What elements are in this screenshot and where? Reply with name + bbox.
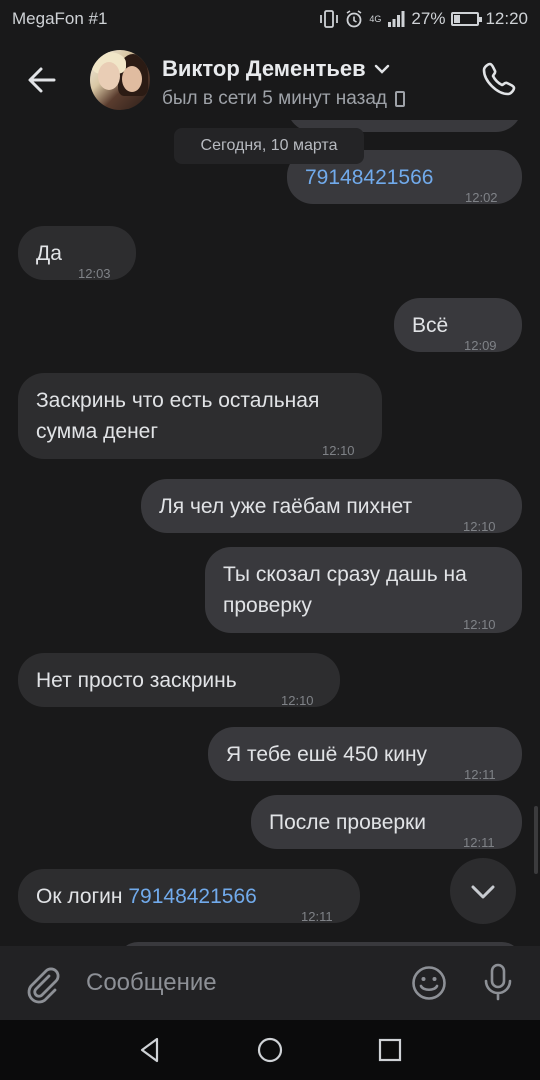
message-text: Ля чел уже гаёбам пихнет xyxy=(159,491,412,522)
outgoing-message[interactable]: Всё 12:09 xyxy=(394,298,522,353)
message-timestamp: 12:11 xyxy=(463,835,495,850)
message-text: Всё xyxy=(412,310,448,341)
scroll-down-button[interactable] xyxy=(450,858,516,924)
message-line: Заскринь что есть остальная xyxy=(36,389,320,412)
outgoing-message[interactable]: Я тебе ешё 450 кину 12:11 xyxy=(208,727,522,782)
message-text: 79148421566 xyxy=(305,162,433,193)
incoming-message[interactable]: Нет просто заскринь 12:10 xyxy=(18,653,340,708)
message-link[interactable]: 79148421566 xyxy=(128,885,256,908)
network-type: 4G xyxy=(369,13,382,24)
scrollbar[interactable] xyxy=(534,806,538,874)
message-timestamp: 12:03 xyxy=(78,266,111,281)
nav-recents-icon[interactable] xyxy=(376,1036,404,1064)
message-text: Я тебе ешё 450 кину xyxy=(226,739,427,770)
message-text: Ок логин 79148421566 xyxy=(36,881,257,912)
last-seen-text: был в сети 5 минут назад xyxy=(162,88,388,109)
message-text: После проверки xyxy=(269,807,426,838)
battery-icon xyxy=(451,12,483,26)
message-line: Ты скозал сразу дашь на xyxy=(223,563,467,586)
outgoing-message[interactable]: Ля чел уже гаёбам пихнет 12:10 xyxy=(141,479,522,534)
avatar[interactable] xyxy=(90,50,150,110)
incoming-message[interactable]: Ок логин 79148421566 12:11 xyxy=(18,869,360,924)
message-link[interactable]: 79148421566 xyxy=(305,166,433,189)
message-line: После проверки xyxy=(269,811,426,834)
smiley-icon[interactable] xyxy=(410,964,448,1002)
message-timestamp: 12:02 xyxy=(465,190,498,205)
status-icons: 4G 27% 12:20 xyxy=(319,9,528,29)
contact-name-text: Виктор Дементьев xyxy=(162,56,366,81)
nav-back-icon[interactable] xyxy=(136,1036,164,1064)
message-timestamp: 12:11 xyxy=(464,767,496,782)
chevron-down-icon xyxy=(374,64,389,74)
message-text: Да xyxy=(36,238,62,269)
microphone-icon[interactable] xyxy=(480,962,516,1002)
carrier-name: MegaFon #1 xyxy=(12,9,108,28)
vibrate-icon xyxy=(320,10,339,28)
signal-icon xyxy=(388,11,405,27)
message-line: Ля чел уже гаёбам пихнет xyxy=(159,495,413,518)
message-timestamp: 12:11 xyxy=(301,909,333,924)
message-line: Я тебе ешё 450 кину xyxy=(226,743,428,766)
outgoing-message[interactable]: Ты скозал сразу дашь на проверку 12:10 xyxy=(205,547,522,633)
system-navigation-bar xyxy=(0,1020,540,1080)
outgoing-message[interactable]: После проверки 12:11 xyxy=(251,795,522,850)
message-text: Ты скозал сразу дашь на проверку xyxy=(223,559,467,621)
incoming-message[interactable]: Да 12:03 xyxy=(18,226,136,281)
message-composer xyxy=(0,946,540,1020)
chat-header: Виктор Дементьев был в сети 5 минут наза… xyxy=(0,36,540,120)
message-text: Заскринь что есть остальная сумма денег xyxy=(36,385,319,447)
clock: 12:20 xyxy=(485,9,528,28)
message-prefix: Ок логин xyxy=(36,885,129,908)
message-timestamp: 12:10 xyxy=(281,693,314,708)
status-bar: MegaFon #1 4G 27% 12:20 xyxy=(0,0,540,36)
message-timestamp: 12:09 xyxy=(464,338,497,353)
date-divider: Сегодня, 10 марта xyxy=(174,128,364,164)
message-line: Нет просто заскринь xyxy=(36,669,237,692)
message-timestamp: 12:10 xyxy=(322,443,355,458)
message-timestamp: 12:10 xyxy=(463,519,496,534)
message-line: Да xyxy=(36,242,62,265)
incoming-message[interactable]: Заскринь что есть остальная сумма денег 12… xyxy=(18,373,382,459)
battery-percent: 27% xyxy=(411,9,446,28)
message-timestamp: 12:10 xyxy=(463,617,496,632)
phone-icon[interactable] xyxy=(480,58,520,98)
message-text: Нет просто заскринь xyxy=(36,665,237,696)
mobile-device-icon xyxy=(395,91,406,107)
contact-name[interactable]: Виктор Дементьев xyxy=(162,56,390,82)
last-seen-status: был в сети 5 минут назад xyxy=(162,88,406,110)
arrow-left-icon[interactable] xyxy=(22,60,62,100)
message-line: проверку xyxy=(223,594,312,617)
message-input[interactable] xyxy=(86,968,386,998)
message-line: сумма денег xyxy=(36,420,159,443)
message-line: Всё xyxy=(412,314,449,337)
paperclip-icon[interactable] xyxy=(22,964,62,1004)
alarm-icon xyxy=(346,10,362,28)
message-feed[interactable]: Сегодня, 10 марта 79148421566 12:02 Да 12:0… xyxy=(0,100,540,946)
chevron-down-icon xyxy=(471,885,495,899)
nav-home-icon[interactable] xyxy=(256,1036,284,1064)
